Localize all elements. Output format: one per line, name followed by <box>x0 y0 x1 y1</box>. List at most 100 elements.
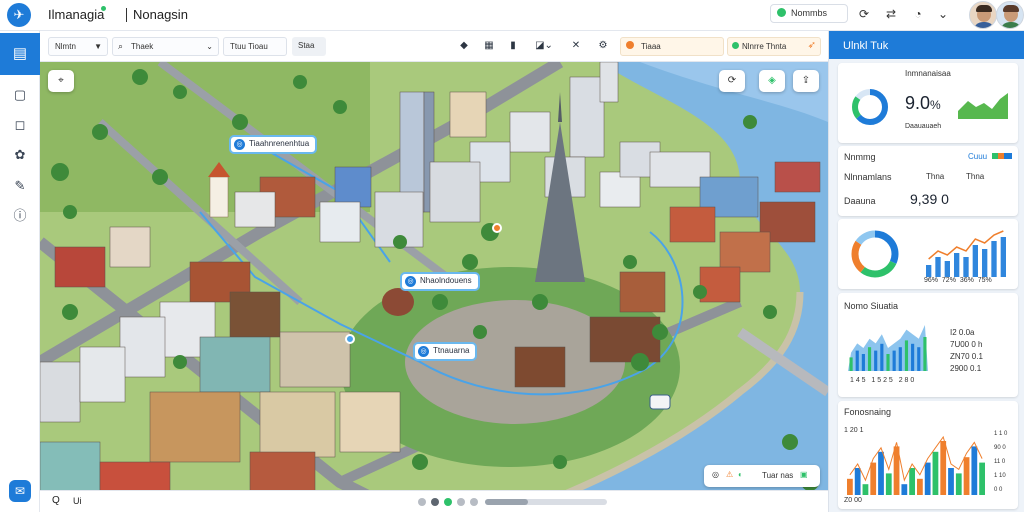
chart3-bar <box>948 468 954 495</box>
logo-icon[interactable]: ✈ <box>7 3 31 27</box>
alert-dot <box>732 42 739 49</box>
chart2-ticks: 1 4 5 1 5 2 5 2 8 0 <box>850 377 914 384</box>
search-input[interactable]: ⌕ Thaek ⌄ <box>112 37 219 56</box>
chart2-bar <box>911 343 915 371</box>
sync-icon[interactable]: ⇄ <box>884 7 898 21</box>
stats-row1-tag: Thna <box>926 172 945 181</box>
status-dot <box>777 8 786 17</box>
map-callout-station[interactable]: ◎ Tiaahnrenenhtua <box>229 135 318 154</box>
chart2-bar <box>874 350 878 371</box>
chart3-title: Fonosnaing <box>844 407 892 417</box>
chart3-rtick: 11 0 <box>994 459 1006 465</box>
alert-value: Nlnrre Thnta <box>742 42 787 51</box>
kpi-card[interactable]: Inmnanaisaa 9.0% Daauauaeh <box>838 63 1018 143</box>
avatar-body <box>973 22 995 28</box>
view-select[interactable]: Nlmtn ▼ <box>48 37 108 56</box>
chart3-bar <box>963 457 970 495</box>
map-layers-icon[interactable]: ▤ <box>0 33 40 75</box>
document-icon[interactable]: ▢ <box>11 86 29 104</box>
chart-card-status[interactable]: Nomo Siuatia 1 4 5 1 5 2 5 2 8 0 I2 0.0a… <box>838 293 1018 397</box>
map-canvas[interactable]: ⌖ ⟳ ◈ ⇪ ◎ Tiaahnrenenhtua ◎ Nhaolndouens ◎… <box>40 62 828 512</box>
route-icon[interactable]: ✕ <box>569 39 583 53</box>
map-callout-route[interactable]: ◎ Ttnauarna <box>413 342 478 361</box>
alert-field[interactable]: Nlnrre Thnta ➶ <box>727 37 821 56</box>
chart2-tick: 1 5 2 5 <box>871 377 893 384</box>
info-icon[interactable]: ⓘ <box>11 207 29 225</box>
filter-input[interactable]: Ttuu Tioau <box>223 37 287 56</box>
settings-icon[interactable]: ⚙ <box>596 39 610 53</box>
kpi-area-chart <box>958 93 1008 119</box>
chart3-bar <box>870 462 877 495</box>
chart2-bar <box>923 337 927 371</box>
layer-button[interactable]: Staa <box>292 37 326 56</box>
chart2-bar <box>898 347 902 371</box>
bar-line-chart-forecast <box>847 435 985 495</box>
map-callout-plaza[interactable]: ◎ Nhaolndouens <box>400 272 480 291</box>
avatar-secondary[interactable] <box>996 1 1024 29</box>
refresh-icon[interactable]: ⟳ <box>857 7 871 21</box>
chart3-bar <box>847 478 853 495</box>
chart3-rtick: 1 10 <box>994 473 1006 479</box>
puzzle-icon[interactable]: ✿ <box>11 146 29 164</box>
stats-tag: Cuuu <box>968 152 988 161</box>
map-pin-marker[interactable] <box>345 334 355 344</box>
divider <box>126 8 127 22</box>
export-icon[interactable]: ⇪ <box>793 70 819 92</box>
map-pin-marker[interactable] <box>492 223 502 233</box>
chart2-title: Nomo Siuatia <box>844 301 899 311</box>
chat-icon[interactable]: ✉ <box>9 480 31 502</box>
callout-label: Tiaahnrenenhtua <box>249 139 310 148</box>
navigation-icon[interactable]: ◆ <box>457 39 471 53</box>
kpi-title: Inmnanaisaa <box>905 69 951 78</box>
chevron-down-icon: ⌄ <box>206 42 213 51</box>
chart2-legend-item: ZN70 0.1 <box>950 352 983 361</box>
avatar-hair <box>976 5 992 12</box>
location-value: Tiaaa <box>641 42 661 51</box>
layers-dropdown-icon[interactable]: ◪⌄ <box>532 39 556 53</box>
location-field[interactable]: Tiaaa <box>620 37 724 56</box>
alert-icon: ⚠ <box>726 470 734 479</box>
chart3-bar <box>932 451 939 495</box>
edit-icon[interactable]: ✎ <box>11 177 29 195</box>
donut-chart-multi <box>851 230 899 278</box>
page-dot[interactable] <box>418 498 426 506</box>
route-summary-icon: ◎ <box>712 470 719 479</box>
page-dot-active[interactable] <box>431 498 439 506</box>
status-button[interactable]: Nommbs <box>770 4 848 23</box>
sidebar: ▤ ▢ ◻ ✿ ✎ ⓘ ✉ <box>0 31 40 512</box>
grid-icon[interactable]: ▦ <box>482 39 496 53</box>
chart1-bar <box>982 249 988 277</box>
chart1-bar <box>944 261 950 277</box>
app-title: Ilmanagia <box>48 7 105 22</box>
kpi-caption: Daauauaeh <box>905 123 942 130</box>
chevron-down-icon[interactable]: ⌄ <box>936 7 950 21</box>
pct-label: 96% <box>924 277 939 284</box>
chart-card-overview[interactable]: 96% 72% 36% 75% <box>838 219 1018 289</box>
bookmark-icon[interactable]: ▮ <box>506 39 520 53</box>
chart3-bar <box>885 473 892 495</box>
timeline-scrubber[interactable] <box>485 499 607 505</box>
page-dot[interactable] <box>444 498 452 506</box>
bell-icon[interactable]: ◻ <box>11 116 29 134</box>
notification-icon[interactable]: ◔ <box>911 7 925 21</box>
kpi-unit: % <box>930 98 941 112</box>
avatar[interactable] <box>969 1 997 29</box>
chart2-bar <box>904 340 909 371</box>
compass-icon[interactable]: ⌖ <box>48 70 74 92</box>
stats-card[interactable]: Nnmmg Cuuu Nlnnamlans Thna Thna Daauna 9… <box>838 146 1018 216</box>
chart1-bar <box>926 265 932 277</box>
chart3-bar <box>862 484 869 495</box>
page-dot[interactable] <box>470 498 478 506</box>
time-icon[interactable]: Q <box>52 495 60 506</box>
map-legend-bar[interactable]: ◎ ⚠ ◐ Tuar nas ▣ <box>704 465 820 487</box>
top-bar: ✈ Ilmanagia Nonagsin Nommbs ⟳ ⇄ ◔ ⌄ <box>0 0 1024 31</box>
page-dot[interactable] <box>457 498 465 506</box>
playback-label[interactable]: Ui <box>73 496 82 506</box>
stats-row2-value: 9,39 0 <box>910 191 949 207</box>
search-value: Thaek <box>131 42 154 51</box>
stats-row2-label: Daauna <box>844 196 876 206</box>
refresh-map-icon[interactable]: ⟳ <box>719 70 745 92</box>
layers-icon[interactable]: ◈ <box>759 70 785 92</box>
chart-card-forecast[interactable]: Fonosnaing 1 20 1 Z0 00 1 1 0 90 0 11 0 … <box>838 401 1018 509</box>
chart3-ytick: 1 20 1 <box>844 427 864 434</box>
